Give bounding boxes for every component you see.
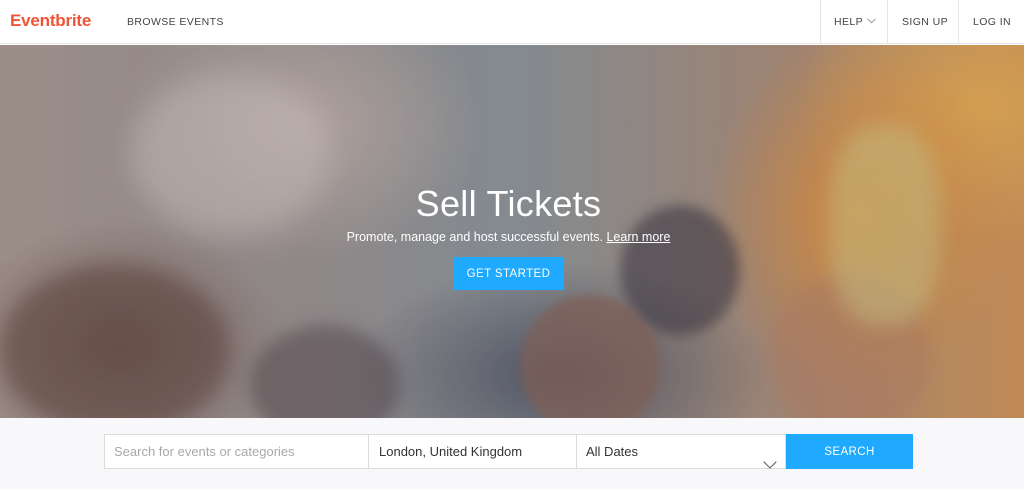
event-search-input[interactable]: Search for events or categories: [104, 434, 369, 469]
date-select-value: All Dates: [586, 444, 639, 459]
nav-divider: [887, 0, 888, 44]
top-nav-bar: Eventbrite BROWSE EVENTS HELP SIGN UP LO…: [0, 0, 1024, 44]
hero-subtitle-text: Promote, manage and host successful even…: [346, 230, 603, 244]
log-in-link[interactable]: LOG IN: [973, 0, 1011, 44]
nav-divider: [820, 0, 821, 44]
hero-subtitle: Promote, manage and host successful even…: [0, 230, 1017, 244]
search-button[interactable]: SEARCH: [786, 434, 913, 469]
location-input[interactable]: London, United Kingdom: [369, 434, 577, 469]
date-select[interactable]: All Dates: [577, 434, 786, 469]
browse-events-link[interactable]: BROWSE EVENTS: [127, 0, 224, 44]
hero-content: Sell Tickets Promote, manage and host su…: [0, 45, 1024, 418]
chevron-down-icon: [763, 448, 777, 481]
hero-title: Sell Tickets: [415, 183, 602, 224]
help-menu[interactable]: HELP: [834, 0, 876, 44]
chevron-down-icon: [867, 0, 876, 43]
learn-more-link[interactable]: Learn more: [606, 230, 670, 244]
eventbrite-logo[interactable]: Eventbrite: [10, 11, 91, 31]
nav-divider: [958, 0, 959, 44]
search-bar: Search for events or categories London, …: [0, 418, 1024, 489]
sign-up-link[interactable]: SIGN UP: [902, 0, 948, 44]
help-label: HELP: [834, 16, 864, 28]
hero-banner: Sell Tickets Promote, manage and host su…: [0, 45, 1024, 418]
get-started-button[interactable]: GET STARTED: [453, 257, 564, 290]
